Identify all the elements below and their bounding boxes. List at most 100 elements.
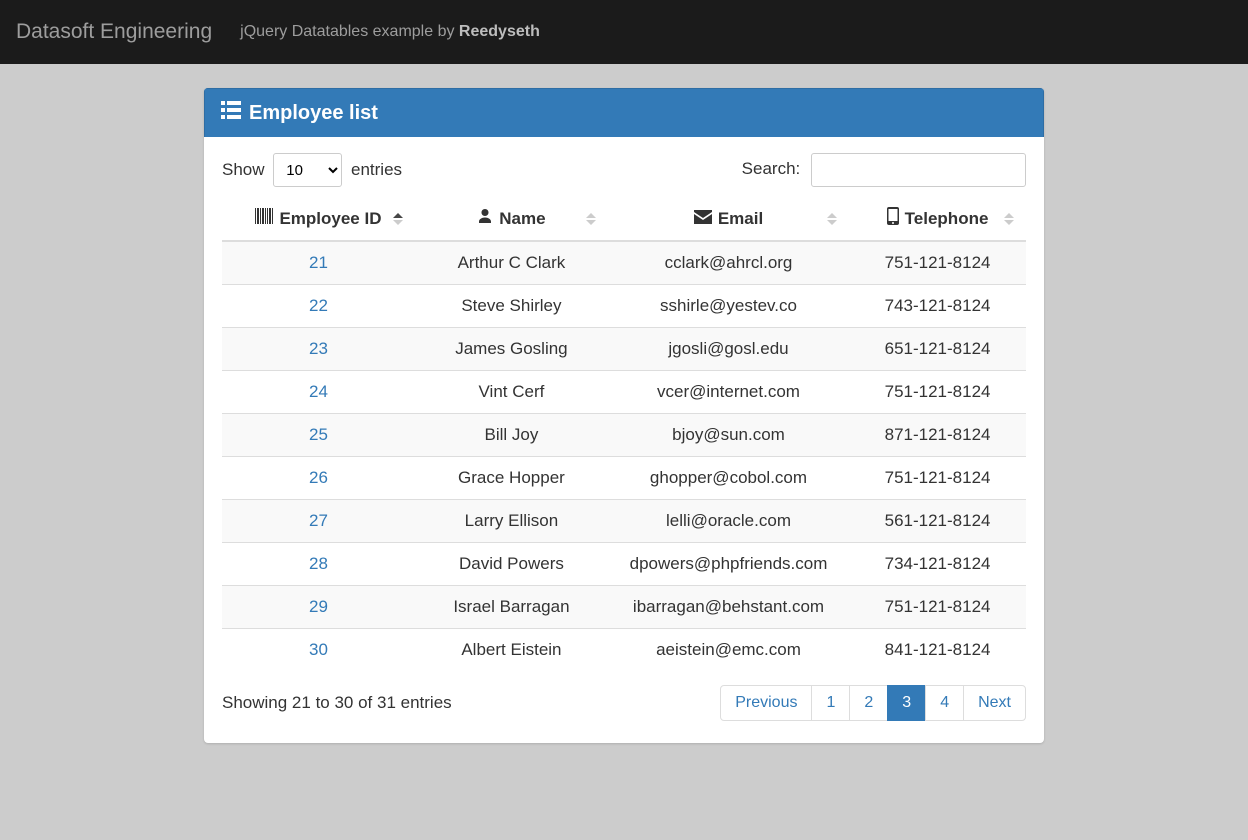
cell-name: Bill Joy xyxy=(415,414,608,457)
cell-id: 26 xyxy=(222,457,415,500)
col-telephone[interactable]: Telephone xyxy=(849,197,1026,241)
cell-id: 24 xyxy=(222,371,415,414)
id-link[interactable]: 27 xyxy=(309,511,328,530)
cell-name: Larry Ellison xyxy=(415,500,608,543)
id-link[interactable]: 22 xyxy=(309,296,328,315)
entries-select[interactable]: 10 xyxy=(273,153,342,187)
col-name[interactable]: Name xyxy=(415,197,608,241)
table-row: 27 Larry Ellisonlelli@oracle.com561-121-8… xyxy=(222,500,1026,543)
table-row: 28 David Powersdpowers@phpfriends.com734-… xyxy=(222,543,1026,586)
cell-email: vcer@internet.com xyxy=(608,371,849,414)
table-row: 24 Vint Cerfvcer@internet.com751-121-8124 xyxy=(222,371,1026,414)
sort-icon xyxy=(393,210,407,228)
length-control: Show 10 entries xyxy=(222,153,402,187)
sort-icon xyxy=(827,210,841,228)
table-row: 29 Israel Barraganibarragan@behstant.com7… xyxy=(222,586,1026,629)
table-row: 21 Arthur C Clarkcclark@ahrcl.org751-121-… xyxy=(222,241,1026,285)
id-link[interactable]: 28 xyxy=(309,554,328,573)
page-previous[interactable]: Previous xyxy=(720,685,812,721)
cell-name: Albert Eistein xyxy=(415,629,608,672)
search-control: Search: xyxy=(742,153,1026,187)
navbar: Datasoft Engineering jQuery Datatables e… xyxy=(0,0,1248,64)
cell-id: 22 xyxy=(222,285,415,328)
id-link[interactable]: 21 xyxy=(309,253,328,272)
table-row: 23 James Goslingjgosli@gosl.edu651-121-81… xyxy=(222,328,1026,371)
col-label: Employee ID xyxy=(279,209,381,229)
cell-email: dpowers@phpfriends.com xyxy=(608,543,849,586)
cell-name: James Gosling xyxy=(415,328,608,371)
sort-icon xyxy=(1004,210,1018,228)
col-email[interactable]: Email xyxy=(608,197,849,241)
cell-email: cclark@ahrcl.org xyxy=(608,241,849,285)
page-2[interactable]: 2 xyxy=(849,685,888,721)
table-row: 26Grace Hopperghopper@cobol.com751-121-8… xyxy=(222,457,1026,500)
cell-email: bjoy@sun.com xyxy=(608,414,849,457)
length-entries-label: entries xyxy=(351,160,402,179)
id-link[interactable]: 25 xyxy=(309,425,328,444)
cell-tel: 734-121-8124 xyxy=(849,543,1026,586)
cell-id: 23 xyxy=(222,328,415,371)
cell-tel: 751-121-8124 xyxy=(849,241,1026,285)
cell-name: David Powers xyxy=(415,543,608,586)
cell-name: Vint Cerf xyxy=(415,371,608,414)
search-label: Search: xyxy=(742,159,801,178)
table-row: 22 Steve Shirleysshirle@yestev.co743-121-… xyxy=(222,285,1026,328)
cell-name: Steve Shirley xyxy=(415,285,608,328)
cell-tel: 751-121-8124 xyxy=(849,457,1026,500)
table-row: 30 Albert Eisteinaeistein@emc.com841-121-… xyxy=(222,629,1026,672)
cell-name: Arthur C Clark xyxy=(415,241,608,285)
page-1[interactable]: 1 xyxy=(811,685,850,721)
cell-tel: 751-121-8124 xyxy=(849,371,1026,414)
cell-tel: 751-121-8124 xyxy=(849,586,1026,629)
cell-id: 21 xyxy=(222,241,415,285)
employee-table: Employee ID Name xyxy=(222,197,1026,671)
id-link[interactable]: 26 xyxy=(309,468,328,487)
envelope-icon xyxy=(694,209,712,229)
id-link[interactable]: 24 xyxy=(309,382,328,401)
cell-id: 27 xyxy=(222,500,415,543)
page-next[interactable]: Next xyxy=(963,685,1026,721)
table-controls: Show 10 entries Search: xyxy=(222,153,1026,187)
table-footer: Showing 21 to 30 of 31 entries Previous1… xyxy=(222,685,1026,721)
panel-employee-list: Employee list Show 10 entries Search: xyxy=(204,88,1044,743)
cell-email: jgosli@gosl.edu xyxy=(608,328,849,371)
cell-email: ibarragan@behstant.com xyxy=(608,586,849,629)
table-info: Showing 21 to 30 of 31 entries xyxy=(222,693,452,713)
cell-name: Grace Hopper xyxy=(415,457,608,500)
cell-email: sshirle@yestev.co xyxy=(608,285,849,328)
col-label: Name xyxy=(499,209,545,229)
cell-tel: 651-121-8124 xyxy=(849,328,1026,371)
cell-id: 29 xyxy=(222,586,415,629)
cell-tel: 561-121-8124 xyxy=(849,500,1026,543)
list-icon xyxy=(221,101,241,125)
table-row: 25 Bill Joybjoy@sun.com871-121-8124 xyxy=(222,414,1026,457)
cell-tel: 841-121-8124 xyxy=(849,629,1026,672)
page-4[interactable]: 4 xyxy=(925,685,964,721)
cell-email: aeistein@emc.com xyxy=(608,629,849,672)
cell-name: Israel Barragan xyxy=(415,586,608,629)
tagline-author: Reedyseth xyxy=(459,23,540,40)
search-input[interactable] xyxy=(811,153,1026,187)
navbar-tagline: jQuery Datatables example by Reedyseth xyxy=(240,23,540,41)
page-3[interactable]: 3 xyxy=(887,685,926,721)
panel-title: Employee list xyxy=(249,102,378,125)
col-employee-id[interactable]: Employee ID xyxy=(222,197,415,241)
cell-tel: 743-121-8124 xyxy=(849,285,1026,328)
brand[interactable]: Datasoft Engineering xyxy=(16,20,212,44)
barcode-icon xyxy=(255,208,273,229)
tagline-text: jQuery Datatables example by xyxy=(240,23,459,40)
pagination: Previous1234Next xyxy=(720,685,1026,721)
panel-heading: Employee list xyxy=(204,88,1044,137)
mobile-icon xyxy=(887,207,899,230)
col-label: Telephone xyxy=(905,209,989,229)
length-show-label: Show xyxy=(222,160,265,179)
user-icon xyxy=(477,208,493,229)
id-link[interactable]: 29 xyxy=(309,597,328,616)
id-link[interactable]: 30 xyxy=(309,640,328,659)
cell-tel: 871-121-8124 xyxy=(849,414,1026,457)
cell-email: lelli@oracle.com xyxy=(608,500,849,543)
id-link[interactable]: 23 xyxy=(309,339,328,358)
col-label: Email xyxy=(718,209,763,229)
cell-id: 30 xyxy=(222,629,415,672)
cell-id: 28 xyxy=(222,543,415,586)
